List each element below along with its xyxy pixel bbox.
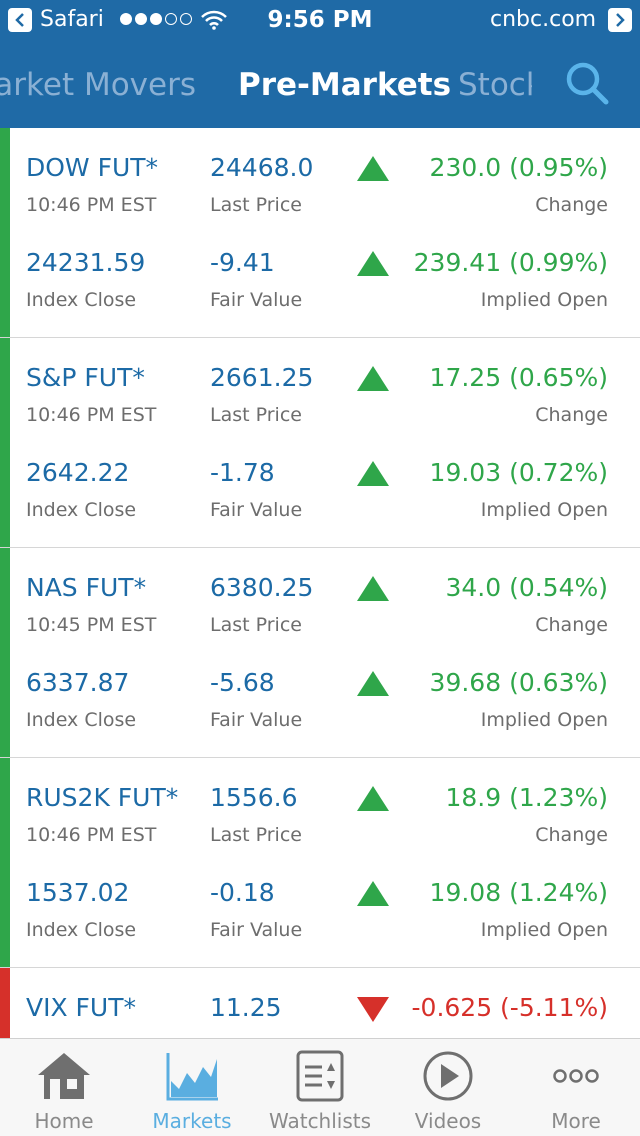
index-close-label: Index Close — [26, 499, 137, 521]
domain-label: cnbc.com — [490, 7, 597, 32]
up-arrow-icon — [357, 576, 389, 601]
tab-home-label: Home — [34, 1109, 94, 1133]
last-price-value: 1556.6 — [210, 783, 298, 812]
down-arrow-icon — [357, 997, 389, 1022]
last-price-value: 11.25 — [210, 993, 282, 1022]
futures-card[interactable]: VIX FUT* 11.25 -0.625 (-5.11%) — [0, 968, 640, 1038]
implied-open-label: Implied Open — [480, 499, 608, 521]
index-close-label: Index Close — [26, 289, 137, 311]
up-arrow-icon — [357, 366, 389, 391]
implied-open-value: 19.03 (0.72%) — [429, 458, 608, 487]
futures-card[interactable]: S&P FUT* 10:46 PM EST 2661.25 Last Price… — [0, 338, 640, 548]
future-name: S&P FUT* — [26, 363, 145, 392]
tab-pre-markets[interactable]: Pre-Markets — [238, 50, 451, 120]
quote-time: 10:46 PM EST — [26, 824, 157, 846]
fair-value-label: Fair Value — [210, 499, 303, 521]
implied-open-value: 19.08 (1.24%) — [429, 878, 608, 907]
change-value: 17.25 (0.65%) — [429, 363, 608, 392]
tab-markets[interactable]: Markets — [128, 1039, 256, 1136]
up-arrow-icon — [357, 671, 389, 696]
tab-stocks[interactable]: Stocks — [458, 50, 532, 120]
future-name: NAS FUT* — [26, 573, 147, 602]
fair-value-value: -1.78 — [210, 458, 275, 487]
change-value: 34.0 (0.54%) — [445, 573, 608, 602]
implied-open-label: Implied Open — [480, 919, 608, 941]
search-icon[interactable] — [562, 58, 612, 108]
up-arrow-icon — [357, 461, 389, 486]
futures-card[interactable]: NAS FUT* 10:45 PM EST 6380.25 Last Price… — [0, 548, 640, 758]
up-arrow-icon — [357, 251, 389, 276]
trend-stripe — [0, 338, 10, 547]
futures-card[interactable]: RUS2K FUT* 10:46 PM EST 1556.6 Last Pric… — [0, 758, 640, 968]
tab-markets-label: Markets — [152, 1109, 232, 1133]
tab-watchlists-label: Watchlists — [268, 1109, 372, 1133]
tab-watchlists[interactable]: Watchlists — [256, 1039, 384, 1136]
quote-time: 10:46 PM EST — [26, 404, 157, 426]
future-name: RUS2K FUT* — [26, 783, 179, 812]
change-label: Change — [535, 404, 608, 426]
up-arrow-icon — [357, 786, 389, 811]
last-price-label: Last Price — [210, 404, 302, 426]
more-icon — [553, 1069, 599, 1083]
last-price-label: Last Price — [210, 194, 302, 216]
index-close-value: 6337.87 — [26, 668, 130, 697]
last-price-label: Last Price — [210, 824, 302, 846]
bottom-tab-bar: Home Markets Watchlists Videos More — [0, 1038, 640, 1136]
fair-value-label: Fair Value — [210, 709, 303, 731]
last-price-value: 6380.25 — [210, 573, 314, 602]
change-value: 230.0 (0.95%) — [429, 153, 608, 182]
trend-stripe — [0, 758, 10, 967]
fair-value-value: -9.41 — [210, 248, 275, 277]
status-bar: Safari 9:56 PM cnbc.com — [0, 0, 640, 40]
quote-time: 10:45 PM EST — [26, 614, 157, 636]
future-name: VIX FUT* — [26, 993, 136, 1022]
change-value: 18.9 (1.23%) — [445, 783, 608, 812]
open-in-safari-button[interactable] — [608, 8, 632, 32]
market-tabs: Market Movers Pre-Markets Stocks — [0, 50, 640, 120]
last-price-value: 2661.25 — [210, 363, 314, 392]
future-name: DOW FUT* — [26, 153, 159, 182]
header: Safari 9:56 PM cnbc.com Market Movers Pr… — [0, 0, 640, 128]
chart-icon — [166, 1053, 218, 1101]
tab-home[interactable]: Home — [0, 1039, 128, 1136]
chevron-right-icon — [616, 13, 625, 27]
fair-value-value: -0.18 — [210, 878, 275, 907]
change-label: Change — [535, 824, 608, 846]
index-close-value: 2642.22 — [26, 458, 130, 487]
implied-open-value: 239.41 (0.99%) — [413, 248, 608, 277]
house-icon — [38, 1053, 90, 1099]
index-close-value: 24231.59 — [26, 248, 146, 277]
change-value: -0.625 (-5.11%) — [411, 993, 608, 1022]
up-arrow-icon — [357, 156, 389, 181]
trend-stripe — [0, 968, 10, 1038]
tab-videos[interactable]: Videos — [384, 1039, 512, 1136]
index-close-label: Index Close — [26, 919, 137, 941]
fair-value-label: Fair Value — [210, 919, 303, 941]
trend-stripe — [0, 548, 10, 757]
fair-value-value: -5.68 — [210, 668, 275, 697]
tab-videos-label: Videos — [414, 1109, 482, 1133]
index-close-value: 1537.02 — [26, 878, 130, 907]
implied-open-label: Implied Open — [480, 289, 608, 311]
quote-time: 10:46 PM EST — [26, 194, 157, 216]
change-label: Change — [535, 614, 608, 636]
last-price-value: 24468.0 — [210, 153, 314, 182]
index-close-label: Index Close — [26, 709, 137, 731]
implied-open-value: 39.68 (0.63%) — [429, 668, 608, 697]
last-price-label: Last Price — [210, 614, 302, 636]
futures-list: DOW FUT* 10:46 PM EST 24468.0 Last Price… — [0, 128, 640, 1038]
tab-market-movers[interactable]: Market Movers — [0, 50, 196, 120]
fair-value-label: Fair Value — [210, 289, 303, 311]
tab-more[interactable]: More — [512, 1039, 640, 1136]
list-icon — [296, 1050, 344, 1102]
play-icon — [423, 1051, 473, 1101]
tab-more-label: More — [551, 1109, 601, 1133]
trend-stripe — [0, 128, 10, 337]
change-label: Change — [535, 194, 608, 216]
implied-open-label: Implied Open — [480, 709, 608, 731]
up-arrow-icon — [357, 881, 389, 906]
futures-card[interactable]: DOW FUT* 10:46 PM EST 24468.0 Last Price… — [0, 128, 640, 338]
